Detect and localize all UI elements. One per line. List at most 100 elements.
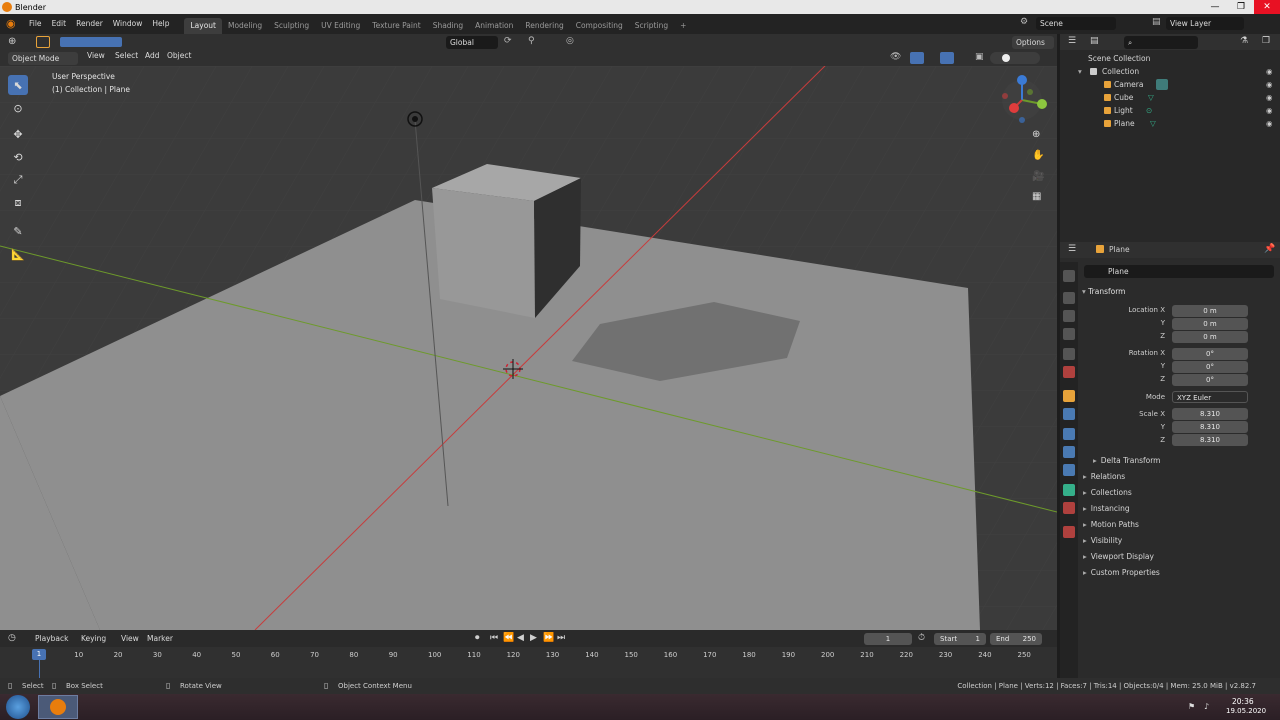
output-tab-icon[interactable] xyxy=(1063,310,1075,322)
play-icon[interactable]: ▶ xyxy=(530,633,537,643)
volume-icon[interactable]: ♪ xyxy=(1204,702,1209,711)
timeline-menu-marker[interactable]: Marker xyxy=(142,630,178,647)
transform-panel-header[interactable]: ▾ Transform xyxy=(1082,284,1274,300)
cursor-tool[interactable]: ⊙ xyxy=(8,98,28,118)
rotation-z-field[interactable]: 0° xyxy=(1172,374,1248,386)
current-frame-field[interactable]: 1 xyxy=(864,633,912,645)
proportional-edit-icon[interactable]: ◎ xyxy=(566,36,574,46)
location-y-field[interactable]: 0 m xyxy=(1172,318,1248,330)
viewport-menu-view[interactable]: View xyxy=(82,48,110,64)
motion-paths-panel[interactable]: Motion Paths xyxy=(1083,517,1139,533)
view-layer-tab-icon[interactable] xyxy=(1063,328,1075,340)
eye-icon[interactable]: ◉ xyxy=(1266,104,1273,117)
object-mode-select[interactable]: Object Mode xyxy=(8,52,78,65)
expand-icon[interactable]: ▾ xyxy=(1078,65,1082,78)
timeline-menu-keying[interactable]: Keying xyxy=(76,630,111,647)
render-tab-icon[interactable] xyxy=(1063,292,1075,304)
camera-view-icon[interactable]: 🎥 xyxy=(1032,171,1044,182)
instancing-panel[interactable]: Instancing xyxy=(1083,501,1130,517)
checkbox-icon[interactable] xyxy=(1090,68,1097,75)
filter-icon[interactable]: ⚗ xyxy=(1240,36,1248,46)
world-tab-icon[interactable] xyxy=(1063,366,1075,378)
outliner-item-cube[interactable]: Cube ▽ ◉ xyxy=(1060,91,1280,104)
maximize-button[interactable]: ❐ xyxy=(1228,0,1254,14)
mesh-data-icon[interactable]: ▽ xyxy=(1150,117,1156,130)
select-box-tool[interactable]: ⬉ xyxy=(8,75,28,95)
pivot-icon[interactable]: ⟳ xyxy=(504,36,512,46)
mesh-data-icon[interactable]: ▽ xyxy=(1148,91,1154,104)
prev-key-icon[interactable]: ⏪ xyxy=(503,633,514,643)
select-mode-buttons[interactable] xyxy=(60,37,122,47)
menu-window[interactable]: Window xyxy=(108,14,148,34)
pan-hand-icon[interactable]: ✋ xyxy=(1032,150,1044,161)
scale-x-field[interactable]: 8.310 xyxy=(1172,408,1248,420)
custom-properties-panel[interactable]: Custom Properties xyxy=(1083,565,1160,581)
stopwatch-icon[interactable]: ⏱ xyxy=(918,633,925,643)
location-z-field[interactable]: 0 m xyxy=(1172,331,1248,343)
viewport-menu-select[interactable]: Select xyxy=(110,48,143,64)
timeline-editor-icon[interactable]: ◷ xyxy=(8,633,16,643)
view-layer-selector[interactable]: View Layer xyxy=(1166,17,1244,30)
editor-type-icon[interactable]: ⊕ xyxy=(8,36,16,47)
options-button[interactable]: Options xyxy=(1012,36,1054,49)
modifier-tab-icon[interactable] xyxy=(1063,408,1075,420)
minimize-button[interactable]: — xyxy=(1202,0,1228,14)
new-collection-icon[interactable]: ❐ xyxy=(1262,36,1270,46)
tab-texture-paint[interactable]: Texture Paint xyxy=(366,18,426,34)
select-tool-icon[interactable] xyxy=(36,36,50,48)
eye-icon[interactable]: ◉ xyxy=(1266,65,1273,78)
jump-start-icon[interactable]: ⏮ xyxy=(490,633,498,643)
rotation-mode-select[interactable]: XYZ Euler xyxy=(1172,391,1248,403)
physics-tab-icon[interactable] xyxy=(1063,446,1075,458)
tab-uv-editing[interactable]: UV Editing xyxy=(315,18,366,34)
visibility-panel[interactable]: Visibility xyxy=(1083,533,1122,549)
menu-edit[interactable]: Edit xyxy=(47,14,72,34)
viewport-menu-add[interactable]: Add xyxy=(140,48,165,64)
collections-panel[interactable]: Collections xyxy=(1083,485,1132,501)
rotation-y-field[interactable]: 0° xyxy=(1172,361,1248,373)
record-icon[interactable]: ⏺ xyxy=(475,633,480,643)
transform-orientation-select[interactable]: Global xyxy=(446,36,498,49)
outliner-item-light[interactable]: Light ⊙ ◉ xyxy=(1060,104,1280,117)
menu-file[interactable]: File xyxy=(24,14,47,34)
snap-icon[interactable]: ⚲ xyxy=(528,36,535,46)
viewport-display-panel[interactable]: Viewport Display xyxy=(1083,549,1154,565)
display-mode-icon[interactable]: ▤ xyxy=(1090,36,1099,46)
timeline-ruler[interactable]: 1102030405060708090100110120130140150160… xyxy=(0,647,1057,678)
close-button[interactable]: ✕ xyxy=(1254,0,1280,14)
texture-tab-icon[interactable] xyxy=(1063,526,1075,538)
outliner-collection[interactable]: ▾ Collection ◉ xyxy=(1060,65,1280,78)
playhead[interactable]: 1 xyxy=(32,649,46,660)
jump-end-icon[interactable]: ⏭ xyxy=(557,633,565,643)
object-tab-icon[interactable] xyxy=(1063,390,1075,402)
rotation-x-field[interactable]: 0° xyxy=(1172,348,1248,360)
start-button-icon[interactable] xyxy=(6,695,30,719)
play-reverse-icon[interactable]: ◀ xyxy=(517,633,524,643)
blender-menu-icon[interactable]: ◉ xyxy=(6,17,20,31)
zoom-icon[interactable]: ⊕ xyxy=(1032,129,1040,140)
delta-transform-subpanel[interactable]: Delta Transform xyxy=(1093,453,1161,469)
overlay-toggle-icon[interactable] xyxy=(940,52,954,64)
menu-render[interactable]: Render xyxy=(71,14,108,34)
tab-rendering[interactable]: Rendering xyxy=(519,18,569,34)
perspective-toggle-icon[interactable]: ▦ xyxy=(1032,191,1041,202)
light-data-icon[interactable]: ⊙ xyxy=(1146,104,1152,117)
next-key-icon[interactable]: ⏩ xyxy=(543,633,554,643)
pin-icon[interactable]: 📌 xyxy=(1264,244,1275,254)
data-tab-icon[interactable] xyxy=(1063,484,1075,496)
outliner-editor-icon[interactable]: ☰ xyxy=(1068,36,1076,46)
tab-layout[interactable]: Layout xyxy=(184,18,222,34)
properties-editor-icon[interactable]: ☰ xyxy=(1068,244,1076,254)
tab-sculpting[interactable]: Sculpting xyxy=(268,18,315,34)
tab-animation[interactable]: Animation xyxy=(469,18,519,34)
constraints-tab-icon[interactable] xyxy=(1063,464,1075,476)
scale-z-field[interactable]: 8.310 xyxy=(1172,434,1248,446)
transform-tool[interactable]: ⧈ xyxy=(8,193,28,213)
eye-icon[interactable]: ◉ xyxy=(1266,117,1273,130)
eye-icon[interactable]: ◉ xyxy=(1266,78,1273,91)
outliner-item-plane[interactable]: Plane ▽ ◉ xyxy=(1060,117,1280,130)
material-tab-icon[interactable] xyxy=(1063,502,1075,514)
gizmo-toggle-icon[interactable] xyxy=(910,52,924,64)
clock-time[interactable]: 20:36 xyxy=(1232,697,1254,706)
scale-tool[interactable]: ⤢ xyxy=(8,170,28,190)
